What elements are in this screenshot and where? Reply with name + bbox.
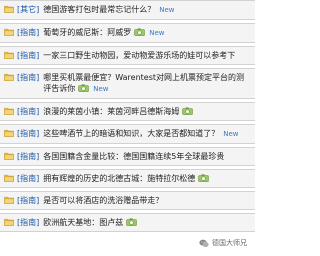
list-item[interactable]: [指南] 欧洲航天基地：图卢兹 bbox=[0, 213, 255, 232]
list-item[interactable]: [指南] 葡萄牙的威尼斯：阿威罗 New bbox=[0, 23, 255, 43]
camera-icon bbox=[134, 28, 146, 36]
list-item[interactable]: [指南] 浪漫的莱茵小镇：莱茵河畔吕德斯海姆 bbox=[0, 102, 255, 121]
topic-title-text[interactable]: 这些啤酒节上的暗语和知识，大家是否都知道了？ bbox=[43, 129, 219, 138]
topic-title-text[interactable]: 一家三口野生动物园，爱动物爱游乐场的娃可以参考下 bbox=[43, 51, 235, 60]
category-tag[interactable]: [指南] bbox=[17, 217, 39, 228]
category-tag[interactable]: [指南] bbox=[17, 151, 39, 162]
topic-title-text[interactable]: 各国国籍含金量比较：德国国籍连续5年全球最珍贵 bbox=[43, 152, 224, 161]
camera-icon bbox=[182, 107, 194, 115]
camera-icon bbox=[78, 84, 90, 92]
list-item[interactable]: [指南] 哪里买机票最便宜？Warentest对网上机票预定平台的测评告诉你 New bbox=[0, 68, 255, 99]
new-badge: New bbox=[93, 85, 109, 93]
topic-title-text[interactable]: 拥有辉煌的历史的北德古城：施特拉尔松德 bbox=[43, 174, 195, 183]
category-tag[interactable]: [指南] bbox=[17, 72, 39, 83]
watermark: 德国大师兄 bbox=[199, 238, 247, 248]
category-tag[interactable]: [指南] bbox=[17, 50, 39, 61]
topic-title-link[interactable]: 各国国籍含金量比较：德国国籍连续5年全球最珍贵 bbox=[43, 151, 252, 162]
new-badge: New bbox=[223, 130, 239, 138]
new-badge: New bbox=[159, 6, 175, 14]
topic-title-link[interactable]: 一家三口野生动物园，爱动物爱游乐场的娃可以参考下 bbox=[43, 50, 252, 61]
topic-title-link[interactable]: 哪里买机票最便宜？Warentest对网上机票预定平台的测评告诉你 New bbox=[43, 72, 252, 95]
camera-icon bbox=[126, 218, 138, 226]
category-tag[interactable]: [指南] bbox=[17, 195, 39, 206]
topic-title-link[interactable]: 拥有辉煌的历史的北德古城：施特拉尔松德 bbox=[43, 173, 252, 184]
watermark-text: 德国大师兄 bbox=[212, 239, 247, 247]
topic-title-text[interactable]: 哪里买机票最便宜？Warentest对网上机票预定平台的测评告诉你 bbox=[43, 73, 244, 93]
list-item[interactable]: [指南] 各国国籍含金量比较：德国国籍连续5年全球最珍贵 bbox=[0, 147, 255, 166]
topic-title-text[interactable]: 德国游客打包时最常忘记什么？ bbox=[43, 5, 155, 14]
topic-title-text[interactable]: 葡萄牙的威尼斯：阿威罗 bbox=[43, 28, 131, 37]
list-item[interactable]: [其它] 德国游客打包时最常忘记什么？ New bbox=[0, 0, 255, 20]
list-item[interactable]: [指南] 这些啤酒节上的暗语和知识，大家是否都知道了？ New bbox=[0, 124, 255, 144]
topic-title-text[interactable]: 浪漫的莱茵小镇：莱茵河畔吕德斯海姆 bbox=[43, 107, 179, 116]
folder-icon bbox=[4, 28, 14, 36]
folder-icon bbox=[4, 174, 14, 182]
category-tag[interactable]: [指南] bbox=[17, 128, 39, 139]
category-tag[interactable]: [指南] bbox=[17, 27, 39, 38]
folder-icon bbox=[4, 218, 14, 226]
topic-title-link[interactable]: 葡萄牙的威尼斯：阿威罗 New bbox=[43, 27, 252, 39]
list-item[interactable]: [指南] 是否可以将酒店的洗浴赠品带走？ bbox=[0, 191, 255, 210]
category-tag[interactable]: [其它] bbox=[17, 4, 39, 15]
category-tag[interactable]: [指南] bbox=[17, 106, 39, 117]
camera-icon bbox=[198, 174, 210, 182]
category-tag[interactable]: [指南] bbox=[17, 173, 39, 184]
folder-icon bbox=[4, 73, 14, 81]
folder-icon bbox=[4, 196, 14, 204]
folder-icon bbox=[4, 152, 14, 160]
topic-title-link[interactable]: 这些啤酒节上的暗语和知识，大家是否都知道了？ New bbox=[43, 128, 252, 140]
topic-title-link[interactable]: 是否可以将酒店的洗浴赠品带走？ bbox=[43, 195, 252, 206]
topic-title-text[interactable]: 是否可以将酒店的洗浴赠品带走？ bbox=[43, 196, 163, 205]
wechat-icon bbox=[199, 239, 209, 247]
folder-icon bbox=[4, 129, 14, 137]
topic-title-text[interactable]: 欧洲航天基地：图卢兹 bbox=[43, 218, 123, 227]
folder-icon bbox=[4, 5, 14, 13]
folder-icon bbox=[4, 51, 14, 59]
topic-title-link[interactable]: 德国游客打包时最常忘记什么？ New bbox=[43, 4, 252, 16]
new-badge: New bbox=[149, 29, 165, 37]
list-item[interactable]: [指南] 拥有辉煌的历史的北德古城：施特拉尔松德 bbox=[0, 169, 255, 188]
list-item[interactable]: [指南] 一家三口野生动物园，爱动物爱游乐场的娃可以参考下 bbox=[0, 46, 255, 65]
topic-title-link[interactable]: 浪漫的莱茵小镇：莱茵河畔吕德斯海姆 bbox=[43, 106, 252, 117]
topic-title-link[interactable]: 欧洲航天基地：图卢兹 bbox=[43, 217, 252, 228]
topic-list: [其它] 德国游客打包时最常忘记什么？ New [指南] 葡萄牙的威尼斯：阿威罗 New[… bbox=[0, 0, 255, 235]
folder-icon bbox=[4, 107, 14, 115]
